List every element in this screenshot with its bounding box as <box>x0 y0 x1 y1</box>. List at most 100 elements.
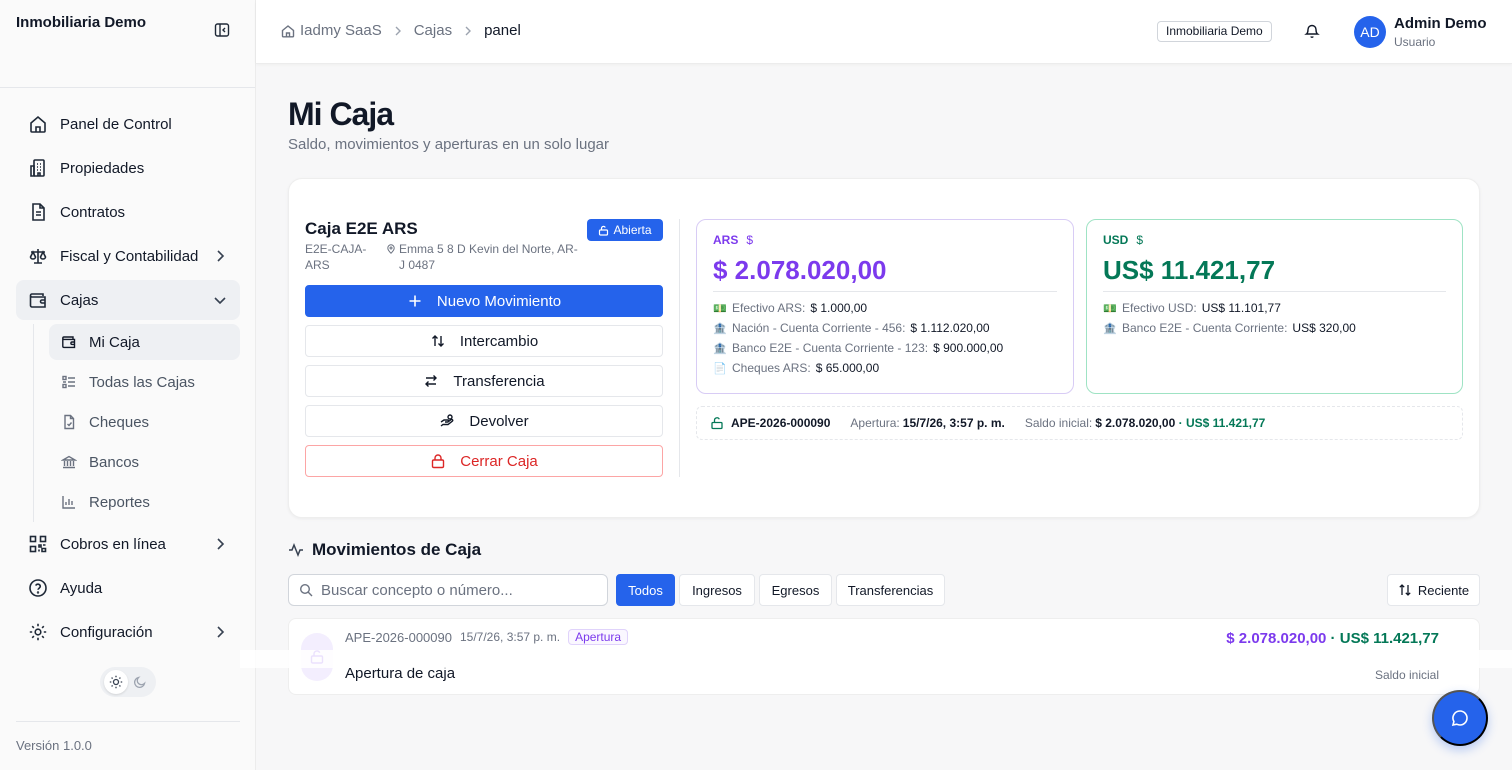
sidebar-item-panel-de-control[interactable]: Panel de Control <box>16 104 240 144</box>
bar-chart-icon <box>61 494 77 510</box>
initial-balance-label: Saldo inicial: <box>1024 416 1093 430</box>
filter-todos[interactable]: Todos <box>616 574 675 606</box>
transfer-button[interactable]: Transferencia <box>305 365 663 397</box>
account-label: Nación - Cuenta Corriente - 456: <box>732 321 906 335</box>
home-icon[interactable] <box>280 23 296 39</box>
movements-title-text: Movimientos de Caja <box>312 540 482 559</box>
filter-transferencias[interactable]: Transferencias <box>836 574 945 606</box>
opening-date: 15/7/26, 3:57 p. m. <box>902 416 1005 430</box>
search-box[interactable] <box>288 574 608 606</box>
movement-subtitle: Saldo inicial <box>1374 668 1439 682</box>
account-row: 💵 Efectivo USD: US$ 11.101,77 <box>1103 298 1446 318</box>
sidebar-subitem-bancos[interactable]: Bancos <box>49 444 240 480</box>
sidebar-subitem-mi-caja[interactable]: Mi Caja <box>49 324 240 360</box>
chevron-right-icon <box>391 24 405 38</box>
movement-amount: $ 2.078.020,00 · US$ 11.421,77 <box>1226 630 1439 647</box>
bell-icon[interactable] <box>1304 23 1320 39</box>
sort-button[interactable]: Reciente <box>1387 574 1480 606</box>
account-amount: US$ 320,00 <box>1292 321 1356 335</box>
cash-icon: 💵 <box>713 302 727 315</box>
currency-symbol: $ <box>746 233 754 247</box>
sidebar-item-fiscal-y-contabilidad[interactable]: Fiscal y Contabilidad <box>16 236 240 276</box>
close-box-label: Cerrar Caja <box>460 452 538 470</box>
usd-balance-card: USD $ US$ 11.421,77 💵 Efectivo USD: US$ … <box>1086 219 1463 394</box>
new-movement-button[interactable]: Nuevo Movimiento <box>305 285 663 317</box>
map-pin-icon <box>386 244 396 254</box>
account-label: Cheques ARS: <box>732 361 811 375</box>
initial-balance-usd: US$ 11.421,77 <box>1185 416 1266 430</box>
exchange-button[interactable]: Intercambio <box>305 325 663 357</box>
sidebar-subitem-todas-las-cajas[interactable]: Todas las Cajas <box>49 364 240 400</box>
sidebar-item-cobros-en-linea[interactable]: Cobros en línea <box>16 524 240 564</box>
sort-label: Reciente <box>1417 582 1470 598</box>
usd-accounts: 💵 Efectivo USD: US$ 11.101,77 🏦 Banco E2… <box>1103 292 1446 338</box>
currency-code: ARS <box>713 233 739 247</box>
status-label: Abierta <box>613 223 652 237</box>
movement-amount-usd: US$ 11.421,77 <box>1339 630 1439 647</box>
sidebar: Inmobiliaria Demo Panel de Control Propi… <box>0 0 256 770</box>
cash-icon: 💵 <box>1103 302 1117 315</box>
sidebar-toggle-icon[interactable] <box>214 22 230 38</box>
card-divider <box>679 219 680 477</box>
return-button[interactable]: Devolver <box>305 405 663 437</box>
account-amount: $ 1.000,00 <box>810 301 868 315</box>
breadcrumb-current: panel <box>484 22 521 39</box>
account-amount: $ 1.112.020,00 <box>910 321 990 335</box>
sidebar-item-propiedades[interactable]: Propiedades <box>16 148 240 188</box>
scroll-overlay <box>240 650 1512 668</box>
sidebar-subitem-label: Todas las Cajas <box>89 373 195 391</box>
breadcrumb-item[interactable]: Iadmy SaaS <box>300 22 382 39</box>
theme-toggle[interactable] <box>100 667 156 697</box>
arrows-left-right-icon <box>423 373 439 389</box>
sidebar-item-label: Propiedades <box>60 159 145 177</box>
sidebar-subitem-label: Cheques <box>89 413 150 431</box>
sidebar-subitem-reportes[interactable]: Reportes <box>49 484 240 520</box>
hand-coins-icon <box>439 413 455 429</box>
new-movement-label: Nuevo Movimiento <box>436 292 562 310</box>
bank-icon <box>61 454 77 470</box>
movement-code: APE-2026-000090 <box>345 629 452 645</box>
account-label: Efectivo USD: <box>1122 301 1197 315</box>
sidebar-item-label: Fiscal y Contabilidad <box>60 247 199 265</box>
avatar[interactable]: AD <box>1354 16 1386 48</box>
transfer-label: Transferencia <box>453 372 545 390</box>
list-icon <box>61 374 77 390</box>
search-icon <box>299 583 313 597</box>
moon-icon[interactable] <box>128 670 152 694</box>
user-role: Usuario <box>1394 35 1436 49</box>
sidebar-item-label: Configuración <box>60 623 153 641</box>
chevron-down-icon <box>212 292 228 308</box>
sidebar-item-configuracion[interactable]: Configuración <box>16 612 240 652</box>
tenant-badge[interactable]: Inmobiliaria Demo <box>1157 21 1272 42</box>
cash-box-code: E2E-CAJA-ARS <box>305 242 367 272</box>
lock-icon <box>430 453 446 469</box>
sidebar-subitem-label: Bancos <box>89 453 140 471</box>
sidebar-item-ayuda[interactable]: Ayuda <box>16 568 240 608</box>
sidebar-item-cajas[interactable]: Cajas <box>16 280 240 320</box>
close-box-button[interactable]: Cerrar Caja <box>305 445 663 477</box>
movement-amount-ars: $ 2.078.020,00 <box>1226 630 1327 647</box>
account-amount: $ 900.000,00 <box>933 341 1004 355</box>
movement-type-badge: Apertura <box>568 629 629 645</box>
search-input[interactable] <box>321 581 591 599</box>
filter-ingresos[interactable]: Ingresos <box>679 574 755 606</box>
bank-icon: 🏦 <box>1103 322 1117 335</box>
plus-icon <box>407 293 423 309</box>
breadcrumb: Iadmy SaaS Cajas panel <box>280 22 521 39</box>
sidebar-subitem-cheques[interactable]: Cheques <box>49 404 240 440</box>
currency-symbol: $ <box>1136 233 1144 247</box>
opening-label: Apertura: <box>850 416 900 430</box>
ars-currency-label: ARS $ <box>713 233 1057 247</box>
wallet-icon <box>61 334 77 350</box>
filter-egresos[interactable]: Egresos <box>759 574 832 606</box>
breadcrumb-item[interactable]: Cajas <box>414 22 452 39</box>
account-amount: $ 65.000,00 <box>815 361 880 375</box>
sidebar-item-contratos[interactable]: Contratos <box>16 192 240 232</box>
sidebar-divider <box>16 721 240 722</box>
user-name[interactable]: Admin Demo <box>1394 15 1487 32</box>
qr-code-icon <box>28 534 48 554</box>
sun-icon[interactable] <box>104 670 128 694</box>
initial-balance-separator: · <box>1175 416 1186 430</box>
account-row: 💵 Efectivo ARS: $ 1.000,00 <box>713 298 1057 318</box>
chat-button[interactable] <box>1432 690 1488 746</box>
